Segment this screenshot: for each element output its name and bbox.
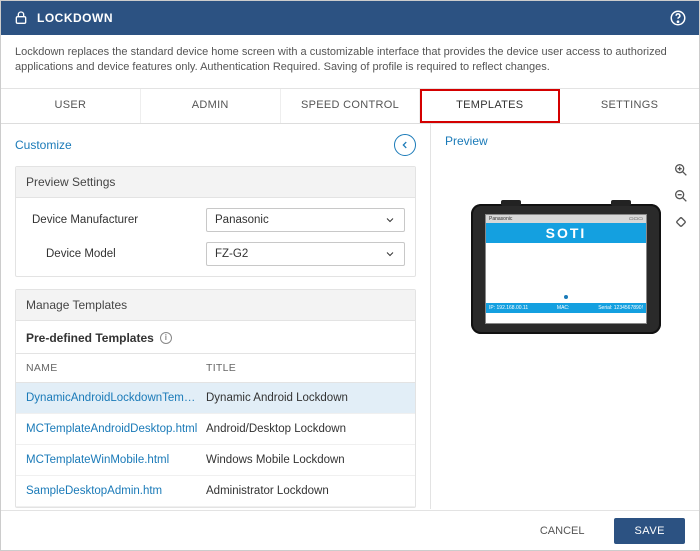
- serial-value: 1234567890!: [614, 305, 643, 311]
- zoom-out-icon[interactable]: [673, 188, 689, 204]
- preview-panel: Preview Panasonic ▭▭▭ SOTI IP: 192.168.0…: [431, 124, 699, 509]
- info-icon[interactable]: i: [160, 332, 172, 344]
- device-mockup: Panasonic ▭▭▭ SOTI IP: 192.168.00.11 MAC…: [471, 204, 661, 334]
- preview-settings-header: Preview Settings: [16, 167, 415, 198]
- tab-admin[interactable]: ADMIN: [141, 89, 281, 123]
- chevron-down-icon: [384, 214, 396, 226]
- dialog-description: Lockdown replaces the standard device ho…: [1, 35, 699, 89]
- template-name: MCTemplateAndroidDesktop.html: [26, 423, 206, 435]
- manage-templates-section: Manage Templates Pre-defined Templates i…: [15, 289, 416, 508]
- template-name: SampleDesktopAdmin.htm: [26, 485, 206, 497]
- serial-label: Serial:: [598, 305, 612, 311]
- ip-label: IP: 192.168.00.11: [489, 305, 528, 311]
- table-row[interactable]: MCTemplateWinMobile.html Windows Mobile …: [16, 445, 415, 476]
- template-title: Dynamic Android Lockdown: [206, 392, 405, 404]
- manufacturer-select[interactable]: Panasonic: [206, 208, 405, 232]
- dialog-title: LOCKDOWN: [37, 11, 113, 25]
- tab-user[interactable]: USER: [1, 89, 141, 123]
- zoom-in-icon[interactable]: [673, 162, 689, 178]
- chevron-left-icon: [400, 140, 410, 150]
- manufacturer-label: Device Manufacturer: [26, 214, 206, 226]
- dialog-header: LOCKDOWN: [1, 1, 699, 35]
- collapse-left-button[interactable]: [394, 134, 416, 156]
- table-row[interactable]: MCTemplateAndroidDesktop.html Android/De…: [16, 414, 415, 445]
- tab-bar: USER ADMIN SPEED CONTROL TEMPLATES SETTI…: [1, 89, 699, 124]
- tab-settings[interactable]: SETTINGS: [560, 89, 699, 123]
- save-button[interactable]: SAVE: [614, 518, 685, 544]
- template-title: Windows Mobile Lockdown: [206, 454, 405, 466]
- chevron-down-icon: [384, 248, 396, 260]
- column-title: TITLE: [206, 362, 405, 374]
- manufacturer-value: Panasonic: [215, 214, 269, 226]
- model-value: FZ-G2: [215, 248, 248, 260]
- device-brand-label: Panasonic: [489, 216, 512, 222]
- tab-speed-control[interactable]: SPEED CONTROL: [281, 89, 421, 123]
- preview-title: Preview: [445, 134, 488, 148]
- cancel-button[interactable]: CANCEL: [520, 518, 605, 544]
- template-name: DynamicAndroidLockdownTemplate.…: [26, 392, 206, 404]
- preview-settings-section: Preview Settings Device Manufacturer Pan…: [15, 166, 416, 277]
- manage-templates-header: Manage Templates: [16, 290, 415, 321]
- template-title: Administrator Lockdown: [206, 485, 405, 497]
- table-row[interactable]: SampleDesktopAdmin.htm Administrator Loc…: [16, 476, 415, 507]
- device-screen: Panasonic ▭▭▭ SOTI IP: 192.168.00.11 MAC…: [485, 214, 647, 324]
- screen-brand: SOTI: [486, 223, 646, 243]
- table-row[interactable]: DynamicAndroidLockdownTemplate.… Dynamic…: [16, 383, 415, 414]
- tab-templates[interactable]: TEMPLATES: [420, 89, 560, 123]
- mac-label: MAC:: [557, 305, 570, 311]
- customize-title: Customize: [15, 138, 72, 152]
- column-name: NAME: [26, 362, 206, 374]
- model-label: Device Model: [26, 248, 206, 260]
- lock-icon: [13, 10, 29, 26]
- template-name: MCTemplateWinMobile.html: [26, 454, 206, 466]
- template-title: Android/Desktop Lockdown: [206, 423, 405, 435]
- page-indicator-dot: [564, 295, 568, 299]
- model-select[interactable]: FZ-G2: [206, 242, 405, 266]
- rotate-icon[interactable]: [673, 214, 689, 230]
- customize-panel: Customize Preview Settings Device Manufa…: [1, 124, 431, 509]
- device-status-icons: ▭▭▭: [629, 216, 643, 222]
- help-icon[interactable]: [669, 9, 687, 27]
- predefined-templates-label: Pre-defined Templates: [26, 331, 154, 345]
- templates-table-header: NAME TITLE: [16, 354, 415, 383]
- dialog-footer: CANCEL SAVE: [1, 510, 699, 550]
